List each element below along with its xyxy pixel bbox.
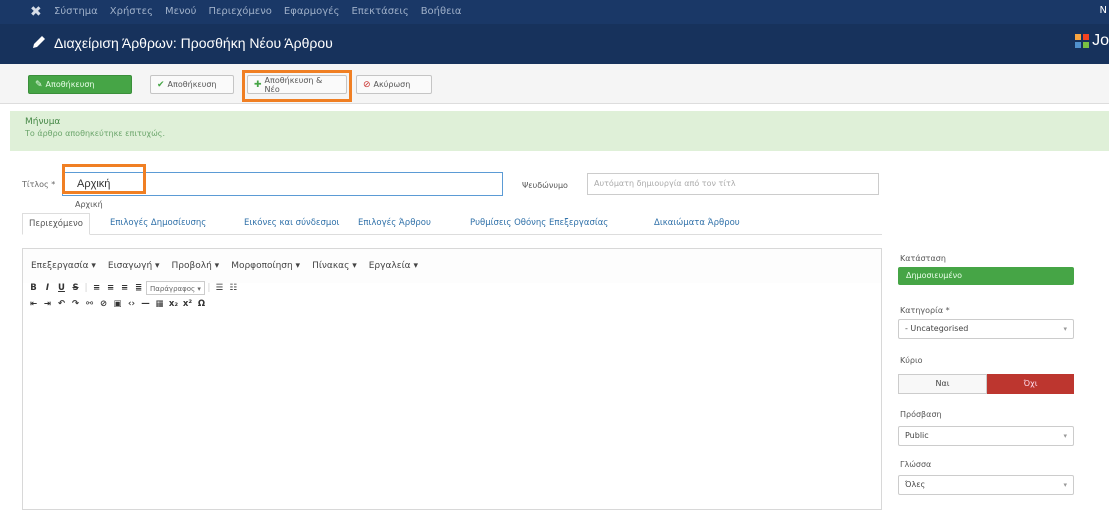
special-char-icon[interactable]: Ω <box>195 297 208 311</box>
save-button[interactable]: ✎ Αποθήκευση <box>28 75 132 94</box>
editor-menu-insert[interactable]: Εισαγωγή ▾ <box>108 261 160 271</box>
subscript-icon[interactable]: x₂ <box>167 297 180 311</box>
access-label: Πρόσβαση <box>900 410 942 419</box>
alias-input[interactable]: Αυτόματη δημιουργία από τον τίτλ <box>587 173 879 195</box>
separator: | <box>84 283 88 293</box>
success-message: Μήνυμα Το άρθρο αποθηκεύτηκε επιτυχώς. <box>10 111 1109 151</box>
main-menu: Σύστημα Χρήστες Μενού Περιεχόμενο Εφαρμο… <box>54 6 462 17</box>
superscript-icon[interactable]: x² <box>181 297 194 311</box>
highlight-save-new <box>242 70 352 102</box>
outdent-icon[interactable]: ⇤ <box>27 297 40 311</box>
pencil-icon <box>33 36 45 48</box>
featured-yes-button[interactable]: Όχι <box>987 374 1074 394</box>
title-label: Τίτλος * <box>22 180 56 189</box>
message-body: Το άρθρο αποθηκεύτηκε επιτυχώς. <box>25 129 166 138</box>
italic-icon[interactable]: I <box>41 281 54 295</box>
tab-bar: Περιεχόμενο Επιλογές Δημοσίευσης Εικόνες… <box>22 213 882 235</box>
numbered-list-icon[interactable]: ☷ <box>227 281 240 295</box>
underline-icon[interactable]: U <box>55 281 68 295</box>
align-justify-icon[interactable]: ≣ <box>132 281 145 295</box>
editor-toolbar-row-1: B I U S | ≡ ≡ ≡ ≣ Παράγραφος ▾ | ☰ ☷ <box>27 281 240 295</box>
joomla-mark-icon <box>1075 34 1090 48</box>
featured-label: Κύριο <box>900 356 923 365</box>
strikethrough-icon[interactable]: S <box>69 281 82 295</box>
editor-menus: Επεξεργασία ▾ Εισαγωγή ▾ Προβολή ▾ Μορφο… <box>31 261 418 271</box>
cancel-button[interactable]: ⊘ Ακύρωση <box>356 75 432 94</box>
editor-menubar: Επεξεργασία ▾ Εισαγωγή ▾ Προβολή ▾ Μορφο… <box>23 249 881 283</box>
menu-content[interactable]: Περιεχόμενο <box>208 6 271 17</box>
user-menu[interactable]: Ν <box>1100 5 1107 16</box>
editor-menu-tools[interactable]: Εργαλεία ▾ <box>369 261 418 271</box>
featured-toggle: Ναι Όχι <box>898 374 1074 394</box>
link-icon[interactable]: ⚯ <box>83 297 96 311</box>
alias-label: Ψευδώνυμο <box>522 181 568 190</box>
cancel-icon: ⊘ <box>363 79 371 90</box>
save-icon: ✎ <box>35 79 43 90</box>
tab-editing-layout[interactable]: Ρυθμίσεις Οθόνης Επεξεργασίας <box>470 213 608 235</box>
image-icon[interactable]: ▣ <box>111 297 124 311</box>
menu-system[interactable]: Σύστημα <box>54 6 98 17</box>
chevron-down-icon: ▾ <box>1063 325 1067 333</box>
access-select[interactable]: Public ▾ <box>898 426 1074 446</box>
tab-publishing[interactable]: Επιλογές Δημοσίευσης <box>110 213 206 235</box>
tab-permissions[interactable]: Δικαιώματα Άρθρου <box>654 213 740 235</box>
category-label: Κατηγορία * <box>900 306 950 315</box>
toolbar: ✎ Αποθήκευση ✔ Αποθήκευση ✚ Αποθήκευση &… <box>0 64 1109 104</box>
editor-menu-format[interactable]: Μορφοποίηση ▾ <box>231 261 300 271</box>
chevron-down-icon: ▾ <box>1063 432 1067 440</box>
bold-icon[interactable]: B <box>27 281 40 295</box>
separator: | <box>207 283 211 293</box>
message-heading: Μήνυμα <box>25 117 61 127</box>
unlink-icon[interactable]: ⊘ <box>97 297 110 311</box>
autocomplete-suggestion[interactable]: Αρχική <box>75 200 103 209</box>
tab-images-links[interactable]: Εικόνες και σύνδεσμοι <box>244 213 339 235</box>
category-select[interactable]: - Uncategorised ▾ <box>898 319 1074 339</box>
undo-icon[interactable]: ↶ <box>55 297 68 311</box>
editor[interactable]: Επεξεργασία ▾ Εισαγωγή ▾ Προβολή ▾ Μορφο… <box>22 248 882 510</box>
menu-extensions[interactable]: Επεκτάσεις <box>351 6 408 17</box>
language-select[interactable]: Όλες ▾ <box>898 475 1074 495</box>
align-left-icon[interactable]: ≡ <box>90 281 103 295</box>
editor-toolbar-row-2: ⇤ ⇥ ↶ ↷ ⚯ ⊘ ▣ ‹› — ▦ x₂ x² Ω <box>27 297 208 311</box>
check-icon: ✔ <box>157 79 165 90</box>
highlight-title <box>62 164 146 194</box>
tab-content[interactable]: Περιεχόμενο <box>22 213 90 235</box>
joomla-logo-text: Jo <box>1092 32 1109 49</box>
indent-icon[interactable]: ⇥ <box>41 297 54 311</box>
editor-menu-view[interactable]: Προβολή ▾ <box>172 261 220 271</box>
joomla-logo-icon[interactable]: ✖ <box>30 4 42 20</box>
bullet-list-icon[interactable]: ☰ <box>213 281 226 295</box>
editor-menu-table[interactable]: Πίνακας ▾ <box>312 261 357 271</box>
status-published-button[interactable]: Δημοσιευμένο <box>898 267 1074 285</box>
tab-article-options[interactable]: Επιλογές Άρθρου <box>358 213 431 235</box>
chevron-down-icon: ▾ <box>1063 481 1067 489</box>
language-label: Γλώσσα <box>900 460 932 469</box>
align-right-icon[interactable]: ≡ <box>118 281 131 295</box>
menu-menus[interactable]: Μενού <box>165 6 197 17</box>
horizontal-rule-icon[interactable]: — <box>139 297 152 311</box>
page-title: Διαχείριση Άρθρων: Προσθήκη Νέου Άρθρου <box>54 35 333 51</box>
menu-help[interactable]: Βοήθεια <box>421 6 462 17</box>
align-center-icon[interactable]: ≡ <box>104 281 117 295</box>
page-header: Διαχείριση Άρθρων: Προσθήκη Νέου Άρθρου … <box>0 24 1109 64</box>
editor-menu-edit[interactable]: Επεξεργασία ▾ <box>31 261 96 271</box>
menu-users[interactable]: Χρήστες <box>110 6 153 17</box>
table-icon[interactable]: ▦ <box>153 297 166 311</box>
featured-no-button[interactable]: Ναι <box>898 374 987 394</box>
paragraph-select[interactable]: Παράγραφος ▾ <box>146 281 205 295</box>
menu-components[interactable]: Εφαρμογές <box>284 6 340 17</box>
joomla-brand: Jo <box>1074 32 1109 50</box>
save-close-button[interactable]: ✔ Αποθήκευση <box>150 75 234 94</box>
redo-icon[interactable]: ↷ <box>69 297 82 311</box>
status-label: Κατάσταση <box>900 254 946 263</box>
code-icon[interactable]: ‹› <box>125 297 138 311</box>
top-menu-bar: ✖ Σύστημα Χρήστες Μενού Περιεχόμενο Εφαρ… <box>0 0 1109 24</box>
